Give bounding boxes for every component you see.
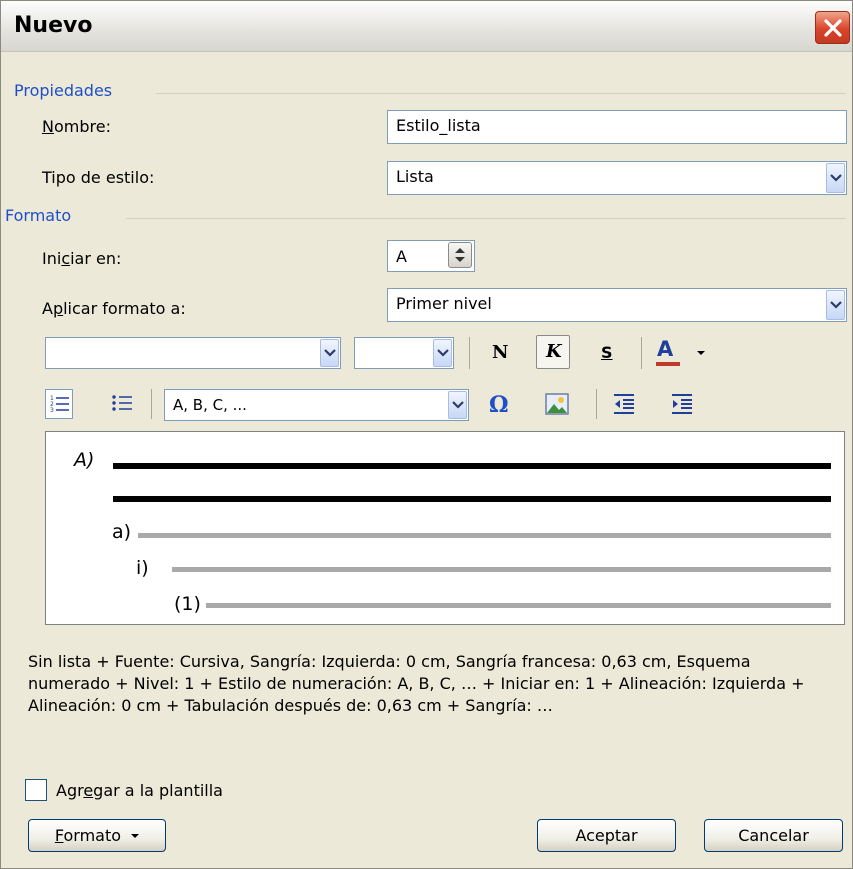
bold-button[interactable]: N (492, 342, 508, 363)
name-label-accelerator: N (42, 117, 54, 136)
start-at-label: Iniciar en: (42, 249, 121, 268)
cancel-button[interactable]: Cancelar (704, 819, 843, 852)
numbering-style-dropdown-button[interactable] (448, 391, 467, 419)
picture-button[interactable] (544, 391, 572, 419)
properties-divider (156, 93, 846, 94)
chevron-down-icon (452, 401, 464, 409)
format-button-accelerator: F (54, 826, 64, 845)
toolbar-separator (596, 389, 597, 419)
apply-label-accelerator: p (52, 299, 64, 318)
template-label-part1: Agr (56, 781, 84, 800)
preview-level4-line (206, 603, 831, 608)
svg-text:3: 3 (50, 407, 54, 414)
name-input-value: Estilo_lista (396, 116, 481, 135)
properties-group-label: Propiedades (14, 81, 113, 100)
start-at-spinner[interactable] (448, 242, 472, 268)
preview-level1-line-continued (113, 496, 831, 502)
name-label-text: ombre: (53, 117, 111, 136)
font-size-select[interactable] (354, 337, 454, 369)
font-name-select[interactable] (45, 337, 341, 369)
accept-button[interactable]: Aceptar (537, 819, 676, 852)
chevron-down-icon (830, 174, 842, 182)
preview-level2-line (138, 533, 831, 538)
apply-label-part1: A (42, 299, 53, 318)
apply-format-value: Primer nivel (396, 294, 492, 313)
apply-format-label: Aplicar formato a: (42, 299, 186, 318)
preview-level1-number: A) (74, 449, 95, 471)
template-label-accelerator: e (83, 781, 94, 800)
italic-label: K (546, 341, 562, 362)
start-at-value: A (396, 247, 407, 266)
preview-level2-number: a) (112, 521, 132, 543)
font-color-swatch (656, 362, 680, 366)
font-size-dropdown-button[interactable] (433, 339, 452, 367)
preview-level4-number: (1) (174, 593, 201, 615)
style-type-select[interactable]: Lista (387, 161, 847, 195)
format-group-label: Formato (5, 206, 72, 225)
template-label-part2: gar a la plantilla (93, 781, 223, 800)
add-to-template-label[interactable]: Agregar a la plantilla (56, 781, 223, 800)
name-input[interactable]: Estilo_lista (387, 110, 847, 144)
spinner-arrows-icon (455, 248, 465, 262)
list-preview: A) a) i) (1) (45, 431, 845, 625)
chevron-down-icon (697, 351, 705, 355)
title-bar[interactable]: Nuevo (1, 1, 852, 52)
symbol-button[interactable]: Ω (489, 392, 509, 418)
style-type-value: Lista (396, 167, 434, 186)
format-menu-button[interactable]: Formato (28, 819, 166, 852)
start-label-part1: Ini (42, 249, 62, 268)
format-button-label: ormato (63, 826, 122, 845)
preview-level3-number: i) (136, 557, 149, 579)
style-description: Sin lista + Fuente: Cursiva, Sangría: Iz… (28, 652, 805, 715)
toolbar-separator (151, 389, 152, 419)
underline-button[interactable]: S (601, 343, 613, 362)
start-label-accelerator: c (61, 249, 71, 268)
toolbar-separator (641, 337, 642, 369)
apply-label-part2: licar formato a: (63, 299, 186, 318)
numbering-style-value: A, B, C, ... (173, 396, 247, 414)
name-label: Nombre: (42, 117, 111, 136)
start-label-part2: iar en: (70, 249, 122, 268)
preview-level1-line (113, 463, 831, 469)
font-name-dropdown-button[interactable] (320, 339, 339, 367)
italic-button[interactable]: K (536, 335, 570, 369)
chevron-down-icon (437, 349, 449, 357)
close-button[interactable] (815, 11, 850, 44)
chevron-down-icon (830, 301, 842, 309)
numbered-list-icon: 1 2 3 (50, 395, 69, 414)
increase-indent-icon (672, 394, 692, 414)
font-color-letter: A (657, 337, 674, 361)
apply-format-select[interactable]: Primer nivel (387, 288, 847, 322)
close-icon (824, 19, 842, 37)
apply-format-dropdown-button[interactable] (826, 290, 845, 320)
preview-level3-line (172, 567, 831, 572)
decrease-indent-icon (614, 394, 634, 414)
style-type-label: Tipo de estilo: (42, 168, 155, 187)
bulleted-list-icon (112, 395, 132, 411)
picture-icon (545, 393, 569, 415)
bulleted-list-button[interactable] (108, 389, 138, 419)
chevron-down-icon (131, 834, 140, 838)
format-divider (126, 218, 846, 219)
style-type-dropdown-button[interactable] (826, 163, 845, 193)
numbered-list-button[interactable]: 1 2 3 (45, 389, 73, 419)
new-style-dialog: Nuevo Propiedades Nombre: Estilo_lista T… (0, 0, 853, 869)
increase-indent-button[interactable] (669, 391, 697, 419)
add-to-template-checkbox[interactable] (25, 779, 47, 801)
chevron-down-icon (324, 349, 336, 357)
dialog-title: Nuevo (14, 13, 93, 38)
decrease-indent-button[interactable] (611, 391, 639, 419)
toolbar-separator (469, 337, 470, 369)
numbering-style-select[interactable]: A, B, C, ... (164, 389, 469, 421)
font-color-button[interactable]: A (653, 335, 713, 369)
